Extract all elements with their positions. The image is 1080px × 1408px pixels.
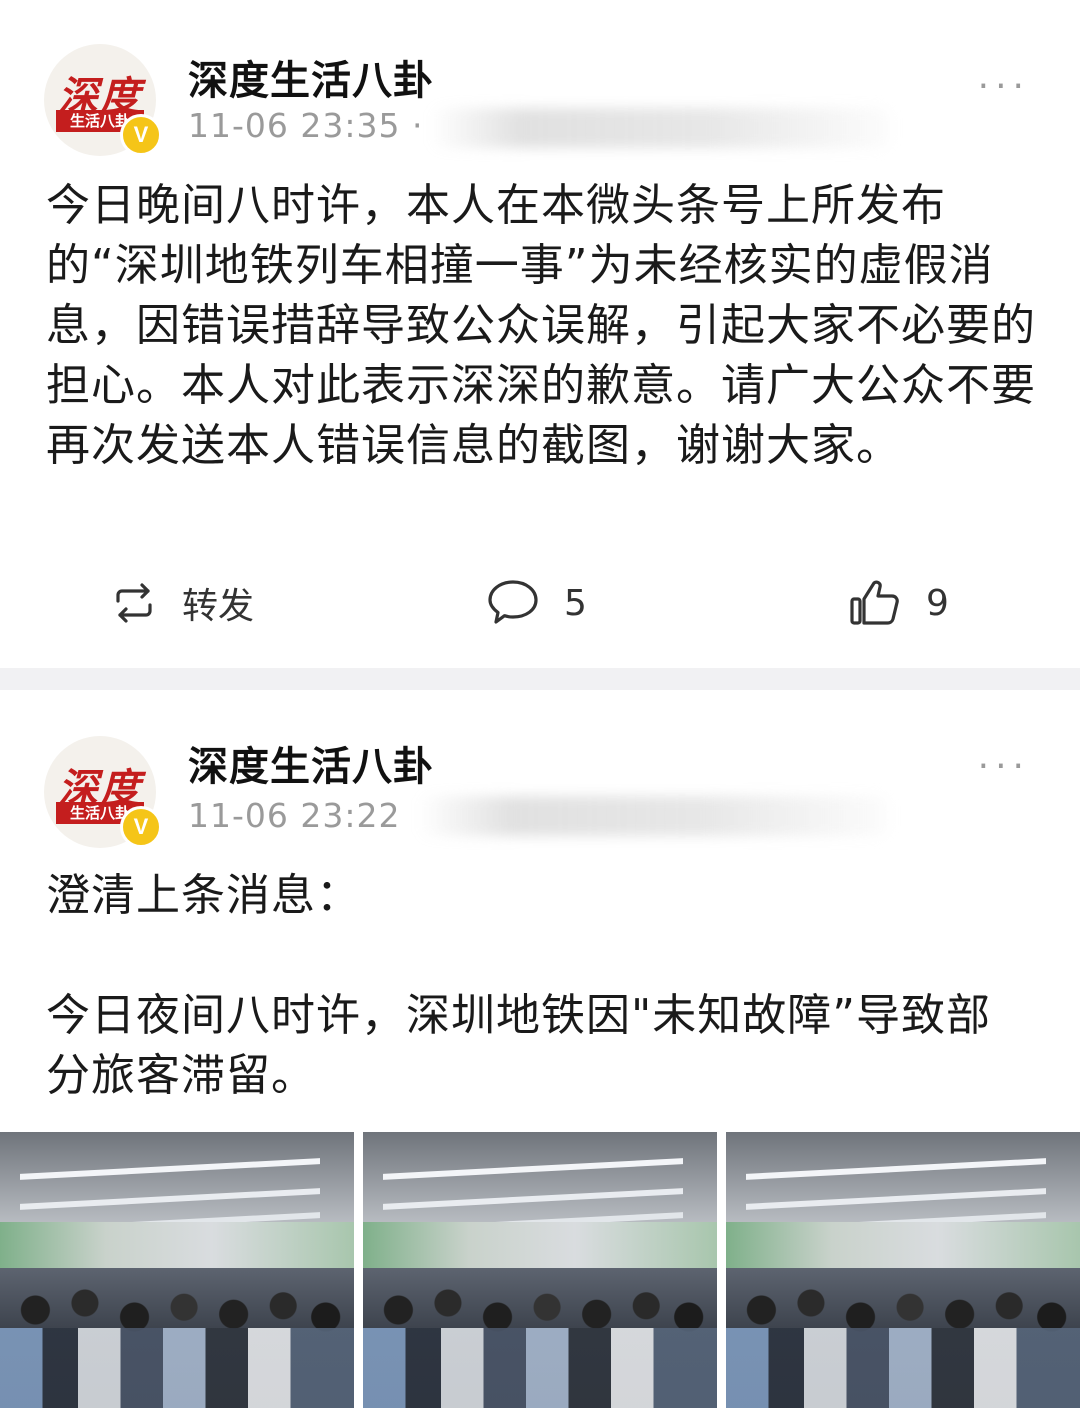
verified-badge-icon: V <box>120 114 162 156</box>
comment-icon <box>486 578 540 628</box>
more-options-icon[interactable]: ··· <box>978 66 1030 107</box>
obscured-source-text <box>418 796 888 836</box>
crowded-subway-station-photo[interactable] <box>363 1132 717 1408</box>
photo-grid <box>0 1132 1080 1408</box>
like-button[interactable]: 9 <box>848 570 949 636</box>
author-name[interactable]: 深度生活八卦 <box>188 734 434 792</box>
meta-separator: · <box>411 106 424 145</box>
post-body-heading: 澄清上条消息： <box>46 870 361 921</box>
more-options-icon[interactable]: ··· <box>978 746 1030 787</box>
thumbs-up-icon <box>848 577 902 629</box>
crowded-subway-station-photo[interactable] <box>726 1132 1080 1408</box>
post-timestamp: 11-06 23:35 <box>188 106 401 145</box>
post-card: 深度 生活八卦 V 深度生活八卦 11-06 23:22 ··· 澄清上条消息：… <box>0 690 1080 1408</box>
repost-button[interactable]: 转发 <box>110 570 254 636</box>
comment-count: 5 <box>564 582 587 624</box>
post-meta: 11-06 23:35 · <box>188 106 423 145</box>
repost-icon <box>110 579 158 627</box>
post-body: 今日晚间八时许，本人在本微头条号上所发布的“深圳地铁列车相撞一事”为未经核实的虚… <box>46 180 1036 471</box>
comment-button[interactable]: 5 <box>486 570 587 636</box>
crowded-subway-station-photo[interactable] <box>0 1132 354 1408</box>
post-meta: 11-06 23:22 <box>188 796 400 835</box>
post-action-bar: 转发 5 9 <box>0 570 1080 636</box>
author-name[interactable]: 深度生活八卦 <box>188 48 434 106</box>
like-count: 9 <box>926 582 949 624</box>
post-body: 今日夜间八时许，深圳地铁因"未知故障”导致部分旅客滞留。 <box>46 990 992 1101</box>
post-separator <box>0 668 1080 690</box>
obscured-source-text <box>430 108 890 148</box>
verified-badge-icon: V <box>120 806 162 848</box>
feed-page: 深度 生活八卦 V 深度生活八卦 11-06 23:35 · ··· 今日晚间八… <box>0 0 1080 1408</box>
repost-label: 转发 <box>182 586 255 627</box>
post-timestamp: 11-06 23:22 <box>188 796 401 835</box>
post-card: 深度 生活八卦 V 深度生活八卦 11-06 23:35 · ··· 今日晚间八… <box>0 0 1080 668</box>
